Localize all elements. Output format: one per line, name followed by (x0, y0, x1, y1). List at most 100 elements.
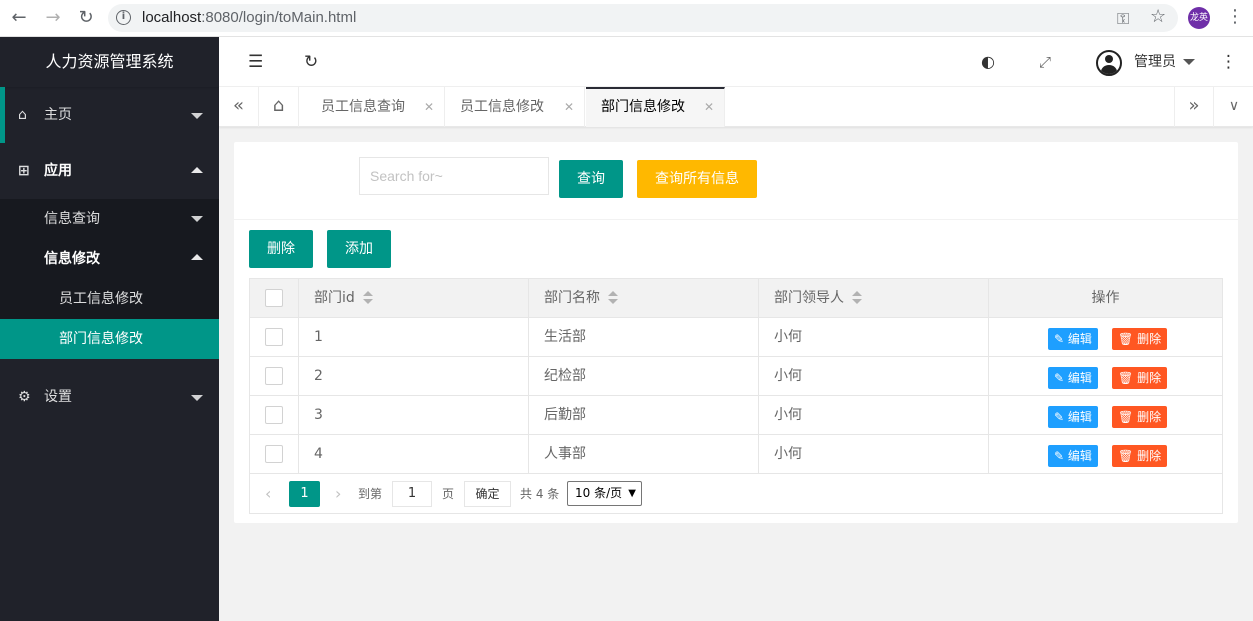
confirm-button[interactable]: 确定 (464, 481, 511, 507)
edit-button[interactable]: ✎ 编辑 (1048, 328, 1098, 350)
add-button[interactable]: 添加 (327, 230, 391, 268)
page-size-select[interactable]: 10 条/页 ▼ (567, 481, 642, 506)
sidebar-item-info-edit[interactable]: 信息修改 (0, 239, 219, 279)
gear-icon: ⚙ (18, 389, 31, 405)
menu-toggle-icon[interactable]: ☰ (248, 37, 263, 87)
edit-label: 编辑 (1067, 449, 1092, 463)
divider (234, 219, 1238, 220)
close-icon[interactable]: ✕ (564, 87, 574, 127)
cell-leader: 小何 (759, 396, 989, 435)
row-delete-button[interactable]: 🗑 删除 (1112, 367, 1168, 389)
avatar[interactable] (1096, 50, 1122, 76)
cell-leader: 小何 (759, 435, 989, 474)
tab-scroll-right-icon[interactable]: » (1174, 87, 1214, 127)
tab-scroll-left-icon[interactable]: « (219, 87, 259, 127)
page-input[interactable]: 1 (392, 481, 432, 507)
next-page-icon[interactable]: › (335, 482, 341, 506)
sort-icon[interactable] (608, 291, 618, 305)
edit-button[interactable]: ✎ 编辑 (1048, 367, 1098, 389)
row-delete-button[interactable]: 🗑 删除 (1112, 406, 1168, 428)
chevron-down-icon (191, 395, 203, 401)
table-row: 1 生活部 小何 ✎ 编辑 🗑 删除 (250, 318, 1222, 357)
back-arrow-icon[interactable]: ← (8, 7, 30, 29)
tab-label: 部门信息修改 (601, 99, 685, 115)
column-header-label: 操作 (1091, 290, 1120, 306)
search-input[interactable]: Search for~ (359, 157, 549, 195)
delete-label: 删除 (1137, 410, 1162, 424)
more-menu-icon[interactable]: ⋮ (1220, 37, 1237, 87)
sidebar-item-apps[interactable]: ⊞ 应用 (0, 143, 219, 199)
cell-name: 后勤部 (529, 396, 759, 435)
sidebar-item-department-edit[interactable]: 部门信息修改 (0, 319, 219, 359)
row-delete-button[interactable]: 🗑 删除 (1112, 328, 1168, 350)
total-count: 共 4 条 (520, 487, 560, 501)
row-checkbox[interactable] (265, 406, 283, 424)
app-logo: 人力资源管理系统 (0, 37, 219, 87)
current-page[interactable]: 1 (289, 481, 320, 507)
trash-icon: 🗑 (1118, 371, 1134, 385)
query-all-button[interactable]: 查询所有信息 (637, 160, 757, 198)
tab-employee-query[interactable]: 员工信息查询 ✕ (306, 87, 445, 127)
forward-arrow-icon[interactable]: → (42, 7, 64, 29)
tab-employee-edit[interactable]: 员工信息修改 ✕ (445, 87, 585, 127)
checkbox-cell (250, 357, 299, 396)
tab-bar: « ⌂ 员工信息查询 ✕ 员工信息修改 ✕ 部门信息修改 ✕ » ∨ (219, 87, 1253, 127)
url-path: :8080/login/toMain.html (201, 9, 357, 26)
theme-palette-icon[interactable]: ◐ (981, 37, 995, 87)
select-all-checkbox[interactable] (265, 289, 283, 307)
url-host: localhost (142, 9, 202, 26)
star-icon[interactable]: ☆ (1150, 6, 1166, 27)
chevron-down-icon (191, 216, 203, 222)
trash-icon: 🗑 (1118, 449, 1134, 463)
browser-menu-icon[interactable]: ⋮ (1226, 6, 1244, 27)
edit-label: 编辑 (1067, 371, 1092, 385)
close-icon[interactable]: ✕ (424, 87, 434, 127)
delete-label: 删除 (1137, 449, 1162, 463)
reload-icon[interactable]: ↻ (75, 7, 97, 29)
apps-icon: ⊞ (18, 163, 30, 179)
chevron-down-icon[interactable] (1183, 59, 1195, 65)
column-header-name[interactable]: 部门名称 (529, 279, 759, 318)
sort-icon[interactable] (362, 291, 373, 305)
key-icon[interactable]: ⚿ (1117, 9, 1129, 29)
row-checkbox[interactable] (265, 445, 283, 463)
info-icon[interactable]: i (116, 10, 131, 25)
sidebar-item-employee-edit[interactable]: 员工信息修改 (0, 279, 219, 319)
sidebar-submenu: 信息查询 信息修改 员工信息修改 部门信息修改 (0, 199, 219, 359)
user-name[interactable]: 管理员 (1134, 37, 1176, 87)
edit-label: 编辑 (1067, 410, 1092, 424)
column-header-id[interactable]: 部门id (299, 279, 529, 318)
row-checkbox[interactable] (265, 367, 283, 385)
checkbox-cell (250, 396, 299, 435)
chevron-down-icon[interactable]: ∨ (1214, 87, 1253, 127)
column-header-label: 部门名称 (544, 290, 600, 306)
edit-button[interactable]: ✎ 编辑 (1048, 445, 1098, 467)
profile-avatar[interactable]: 龙英 (1188, 7, 1210, 29)
cell-id: 1 (299, 318, 529, 357)
sort-icon[interactable] (852, 291, 862, 305)
sidebar-item-info-query[interactable]: 信息查询 (0, 199, 219, 239)
row-checkbox[interactable] (265, 328, 283, 346)
close-icon[interactable]: ✕ (704, 89, 714, 125)
sidebar-item-settings[interactable]: ⚙ 设置 (0, 369, 219, 425)
prev-page-icon[interactable]: ‹ (265, 482, 271, 506)
cell-actions: ✎ 编辑 🗑 删除 (989, 435, 1222, 474)
cell-name: 纪检部 (529, 357, 759, 396)
column-header-leader[interactable]: 部门领导人 (759, 279, 989, 318)
sidebar-item-label: 设置 (44, 389, 72, 405)
edit-button[interactable]: ✎ 编辑 (1048, 406, 1098, 428)
tab-home-icon[interactable]: ⌂ (259, 87, 299, 127)
page-size-value: 10 条/页 (575, 486, 623, 500)
fullscreen-icon[interactable]: ⤢ (1039, 37, 1051, 87)
address-bar[interactable]: i localhost:8080/login/toMain.html (108, 4, 1178, 32)
tab-department-edit[interactable]: 部门信息修改 ✕ (586, 87, 725, 127)
delete-button[interactable]: 删除 (249, 230, 313, 268)
row-delete-button[interactable]: 🗑 删除 (1112, 445, 1168, 467)
sidebar-item-home[interactable]: ⌂ 主页 (0, 87, 219, 143)
refresh-icon[interactable]: ↻ (304, 37, 318, 87)
cell-name: 人事部 (529, 435, 759, 474)
sidebar-item-label: 应用 (44, 163, 72, 179)
pencil-icon: ✎ (1054, 332, 1065, 346)
query-button[interactable]: 查询 (559, 160, 623, 198)
delete-label: 删除 (1137, 332, 1162, 346)
